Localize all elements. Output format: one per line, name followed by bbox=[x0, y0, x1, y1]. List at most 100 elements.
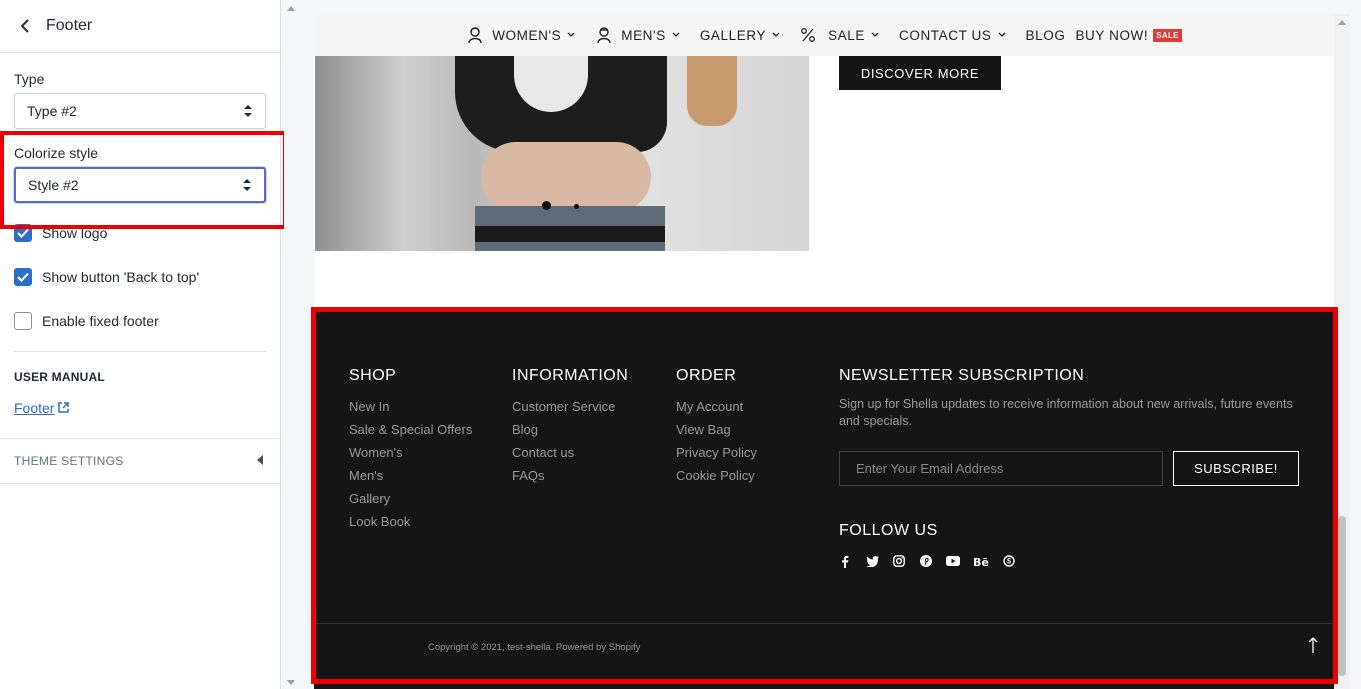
youtube-icon[interactable] bbox=[946, 554, 960, 568]
checkbox-label: Enable fixed footer bbox=[42, 313, 159, 329]
sale-badge: SALE bbox=[1153, 28, 1182, 42]
percent-icon bbox=[800, 27, 816, 43]
footer-link[interactable]: Sale & Special Offers bbox=[349, 422, 472, 437]
sidebar-scrollbar[interactable] bbox=[284, 0, 298, 689]
checkbox-label: Show button 'Back to top' bbox=[42, 269, 200, 285]
footer-shop-column: SHOP New In Sale & Special Offers Women'… bbox=[349, 367, 472, 537]
discover-more-button[interactable]: DISCOVER MORE bbox=[839, 56, 1001, 90]
footer-heading: NEWSLETTER SUBSCRIPTION bbox=[839, 367, 1085, 384]
footer-divider bbox=[314, 623, 1334, 624]
footer-newsletter-column: NEWSLETTER SUBSCRIPTION Sign up for Shel… bbox=[839, 367, 1309, 430]
footer-heading: SHOP bbox=[349, 367, 397, 384]
nav-gallery[interactable]: GALLERY bbox=[700, 28, 780, 43]
theme-editor-sidebar: Footer Type Type #2 Colorize style Style… bbox=[0, 0, 281, 689]
nav-sale[interactable]: SALE bbox=[800, 27, 879, 43]
fixed-footer-checkbox[interactable]: Enable fixed footer bbox=[14, 311, 266, 331]
chevron-down-icon bbox=[998, 32, 1006, 38]
newsletter-text: Sign up for Shella updates to receive in… bbox=[839, 397, 1293, 428]
theme-settings-toggle[interactable]: THEME SETTINGS bbox=[0, 438, 281, 484]
colorize-label: Colorize style bbox=[14, 145, 99, 161]
checkbox-checked-icon[interactable] bbox=[14, 224, 32, 242]
footer-heading: INFORMATION bbox=[512, 367, 629, 384]
select-arrows-icon bbox=[242, 178, 252, 192]
nav-label: SALE bbox=[828, 27, 865, 43]
divider bbox=[14, 351, 266, 352]
footer-link[interactable]: Blog bbox=[512, 422, 628, 437]
nav-mens[interactable]: MEN'S bbox=[595, 26, 680, 44]
footer-link[interactable]: Men's bbox=[349, 468, 472, 483]
email-input[interactable]: Enter Your Email Address bbox=[839, 451, 1163, 486]
slider-dot-active[interactable] bbox=[542, 201, 551, 210]
nav-blog[interactable]: BLOG bbox=[1026, 28, 1066, 43]
user-manual-heading: USER MANUAL bbox=[14, 370, 105, 384]
colorize-select-value: Style #2 bbox=[28, 177, 79, 193]
chevron-down-icon bbox=[772, 32, 780, 38]
footer-link[interactable]: Women's bbox=[349, 445, 472, 460]
scroll-down-icon[interactable] bbox=[287, 680, 295, 685]
chevron-down-icon bbox=[567, 32, 575, 38]
type-select[interactable]: Type #2 bbox=[14, 93, 266, 129]
caret-left-icon bbox=[257, 454, 263, 468]
nav-womens[interactable]: WOMEN'S bbox=[466, 26, 575, 44]
type-select-value: Type #2 bbox=[27, 103, 77, 119]
manual-link-label: Footer bbox=[14, 400, 55, 416]
select-arrows-icon bbox=[243, 104, 253, 118]
checkbox-label: Show logo bbox=[42, 225, 108, 241]
man-icon bbox=[595, 26, 613, 44]
back-to-top-checkbox[interactable]: Show button 'Back to top' bbox=[14, 267, 266, 287]
footer-link[interactable]: Contact us bbox=[512, 445, 628, 460]
show-logo-checkbox[interactable]: Show logo bbox=[14, 223, 266, 243]
store-preview: WOMEN'S MEN'S GALLERY SALE CONTACT US BL… bbox=[314, 14, 1334, 689]
footer-order-column: ORDER My Account View Bag Privacy Policy… bbox=[676, 367, 757, 491]
scroll-up-icon[interactable] bbox=[287, 6, 295, 11]
behance-icon[interactable]: Bē bbox=[973, 554, 989, 568]
footer-link[interactable]: Cookie Policy bbox=[676, 468, 757, 483]
skype-icon[interactable] bbox=[1002, 554, 1016, 568]
main-navigation: WOMEN'S MEN'S GALLERY SALE CONTACT US BL… bbox=[314, 14, 1334, 56]
sidebar-header: Footer bbox=[0, 0, 280, 53]
footer-link[interactable]: Customer Service bbox=[512, 399, 628, 414]
chevron-down-icon bbox=[672, 32, 680, 38]
pinterest-icon[interactable] bbox=[919, 554, 933, 568]
social-links: Bē bbox=[838, 554, 1016, 568]
slider-dot[interactable] bbox=[574, 204, 579, 209]
footer-manual-link[interactable]: Footer bbox=[14, 400, 70, 416]
nav-contact[interactable]: CONTACT US bbox=[899, 28, 1006, 43]
preview-scrollbar[interactable] bbox=[1334, 14, 1350, 689]
scrollbar-thumb[interactable] bbox=[1338, 516, 1346, 676]
theme-settings-label: THEME SETTINGS bbox=[14, 454, 124, 468]
checkbox-unchecked-icon[interactable] bbox=[14, 312, 32, 330]
twitter-icon[interactable] bbox=[865, 554, 879, 568]
footer-link[interactable]: My Account bbox=[676, 399, 757, 414]
site-footer: SHOP New In Sale & Special Offers Women'… bbox=[314, 310, 1334, 689]
footer-link[interactable]: Gallery bbox=[349, 491, 472, 506]
footer-link[interactable]: View Bag bbox=[676, 422, 757, 437]
external-link-icon bbox=[58, 400, 70, 416]
follow-us-heading: FOLLOW US bbox=[839, 522, 938, 539]
facebook-icon[interactable] bbox=[838, 554, 852, 568]
back-to-top-arrow-icon[interactable] bbox=[1308, 637, 1318, 658]
footer-link[interactable]: Privacy Policy bbox=[676, 445, 757, 460]
copyright-text: Copyright © 2021, test-shella. Powered b… bbox=[428, 642, 641, 653]
colorize-style-select[interactable]: Style #2 bbox=[14, 167, 266, 203]
type-label: Type bbox=[14, 71, 45, 87]
nav-label: WOMEN'S bbox=[492, 27, 562, 43]
instagram-icon[interactable] bbox=[892, 554, 906, 568]
svg-text:Bē: Bē bbox=[973, 556, 989, 567]
chevron-down-icon bbox=[871, 32, 879, 38]
footer-link[interactable]: FAQs bbox=[512, 468, 628, 483]
nav-label: GALLERY bbox=[699, 27, 767, 43]
hero-image bbox=[315, 56, 809, 251]
scroll-up-icon[interactable] bbox=[1338, 20, 1346, 25]
back-chevron-icon[interactable] bbox=[14, 15, 36, 37]
nav-label: CONTACT US bbox=[899, 27, 992, 43]
nav-label: BLOG bbox=[1025, 27, 1066, 43]
checkbox-checked-icon[interactable] bbox=[14, 268, 32, 286]
woman-icon bbox=[466, 26, 484, 44]
sidebar-title: Footer bbox=[46, 17, 93, 34]
footer-link[interactable]: Look Book bbox=[349, 514, 472, 529]
footer-information-column: INFORMATION Customer Service Blog Contac… bbox=[512, 367, 628, 491]
nav-buy-now[interactable]: BUY NOW! SALE bbox=[1075, 28, 1182, 43]
subscribe-button[interactable]: SUBSCRIBE! bbox=[1173, 451, 1299, 486]
footer-link[interactable]: New In bbox=[349, 399, 472, 414]
